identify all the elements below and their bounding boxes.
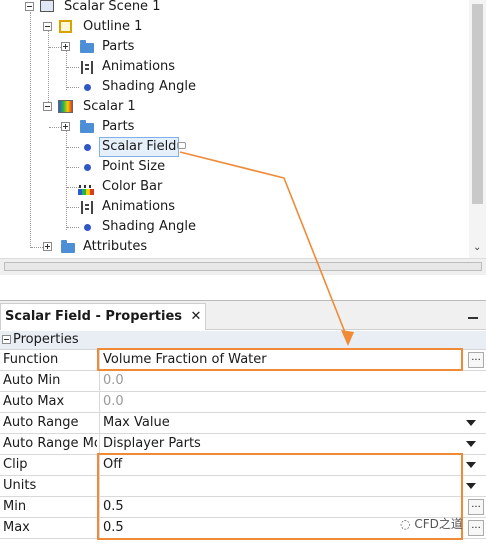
chevron-down-icon[interactable]: [466, 462, 476, 468]
properties-tab[interactable]: Scalar Field - Properties ✕: [0, 303, 207, 330]
tree-item-label: Color Bar: [102, 179, 163, 194]
tree-item-scalar[interactable]: Scalar 1: [0, 97, 460, 117]
tree-item-scalar-field[interactable]: Scalar Field: [0, 137, 460, 157]
wechat-icon: ◌: [400, 517, 411, 531]
chevron-down-icon[interactable]: [466, 441, 476, 447]
scrollbar-track[interactable]: [4, 262, 482, 271]
properties-tab-title: Scalar Field - Properties: [5, 309, 182, 324]
property-row-auto-max: Auto Max 0.0: [0, 392, 486, 413]
property-name: Auto Range Mode: [3, 436, 97, 451]
tree-item-label: Point Size: [102, 159, 166, 174]
tree-vertical-scrollbar[interactable]: ⌄: [469, 0, 486, 258]
property-value[interactable]: Displayer Parts: [99, 434, 486, 454]
property-name: Units: [3, 478, 37, 493]
dot-icon: [84, 84, 91, 91]
tree-item-label: Animations: [102, 199, 176, 214]
chevron-down-icon[interactable]: [466, 483, 476, 489]
property-row-function[interactable]: Function Volume Fraction of Water ...: [0, 350, 486, 371]
scalar-displayer-icon: [58, 100, 73, 113]
collapse-toggle-icon[interactable]: [43, 102, 52, 111]
property-name: Auto Range: [3, 415, 79, 430]
property-name: Clip: [3, 457, 28, 472]
property-name: Min: [3, 499, 27, 514]
tree-item-parts[interactable]: Parts: [0, 117, 460, 137]
scrollbar-thumb[interactable]: [472, 4, 483, 204]
property-name: Auto Min: [3, 373, 61, 388]
property-value[interactable]: 0.5: [99, 497, 486, 517]
tree-item-parts[interactable]: Parts: [0, 37, 460, 57]
comment-icon: [177, 142, 186, 149]
scroll-down-icon[interactable]: ⌄: [473, 242, 481, 253]
chevron-down-icon[interactable]: [466, 420, 476, 426]
expand-toggle-icon[interactable]: [43, 242, 52, 251]
property-row-auto-range[interactable]: Auto Range Max Value: [0, 413, 486, 434]
tree-item-label: Parts: [102, 39, 135, 54]
properties-tab-bar: Scalar Field - Properties ✕: [0, 301, 486, 330]
tree-item-scalar-scene[interactable]: Scalar Scene 1: [0, 0, 460, 17]
property-value[interactable]: Volume Fraction of Water: [99, 350, 486, 370]
tree-item-label: Scalar Field: [99, 137, 180, 157]
property-row-clip[interactable]: Clip Off: [0, 455, 486, 476]
tree-item-label: Parts: [102, 119, 135, 134]
tree-item-label: Scalar 1: [83, 99, 136, 114]
film-icon: [81, 201, 93, 214]
tree-item-shading-angle[interactable]: Shading Angle: [0, 77, 460, 97]
collapse-toggle-icon[interactable]: [2, 335, 11, 344]
collapse-toggle-icon[interactable]: [25, 2, 34, 11]
property-value[interactable]: [99, 476, 486, 496]
ellipsis-button[interactable]: ...: [468, 499, 484, 515]
tree-item-label: Scalar Scene 1: [64, 0, 161, 14]
tree-item-label: Outline 1: [83, 19, 143, 34]
color-bar-icon: [78, 182, 94, 195]
scene-tree: Scalar Scene 1 Outline 1 Parts Animation…: [0, 0, 486, 258]
film-icon: [81, 61, 93, 74]
property-row-auto-range-mode[interactable]: Auto Range Mode Displayer Parts: [0, 434, 486, 455]
section-title: Properties: [13, 332, 79, 347]
tree-item-shading-angle[interactable]: Shading Angle: [0, 217, 460, 237]
watermark-text: CFD之道: [414, 517, 463, 531]
collapse-toggle-icon[interactable]: [43, 22, 52, 31]
dot-icon: [84, 224, 91, 231]
property-value: 0.0: [99, 392, 486, 412]
tree-item-attributes[interactable]: Attributes: [0, 237, 460, 257]
folder-icon: [80, 40, 94, 53]
tree-item-label: Animations: [102, 59, 176, 74]
property-name: Function: [3, 352, 59, 367]
tree-item-label: Attributes: [83, 239, 148, 254]
property-name: Auto Max: [3, 394, 65, 409]
tree-item-animations[interactable]: Animations: [0, 197, 460, 217]
dot-icon: [84, 144, 91, 151]
tree-horizontal-scrollbar[interactable]: [0, 258, 486, 275]
folder-icon: [80, 120, 94, 133]
watermark: ◌ CFD之道: [400, 515, 463, 532]
tree-item-label: Shading Angle: [102, 219, 196, 234]
folder-icon: [61, 240, 75, 253]
tree-item-outline[interactable]: Outline 1: [0, 17, 460, 37]
property-row-auto-min: Auto Min 0.0: [0, 371, 486, 392]
tree-item-animations[interactable]: Animations: [0, 57, 460, 77]
property-value[interactable]: Off: [99, 455, 486, 475]
expand-toggle-icon[interactable]: [61, 122, 70, 131]
properties-panel: Scalar Field - Properties ✕ Properties F…: [0, 300, 486, 548]
tree-item-label: Shading Angle: [102, 79, 196, 94]
ellipsis-button[interactable]: ...: [468, 352, 484, 368]
tree-item-color-bar[interactable]: Color Bar: [0, 177, 460, 197]
outline-displayer-icon: [59, 20, 72, 33]
dot-icon: [84, 164, 91, 171]
expand-toggle-icon[interactable]: [61, 42, 70, 51]
property-name: Max: [3, 520, 30, 535]
properties-section-header[interactable]: Properties: [0, 331, 486, 350]
scene-icon: [40, 0, 54, 12]
tree-item-point-size[interactable]: Point Size: [0, 157, 460, 177]
property-value[interactable]: Max Value: [99, 413, 486, 433]
property-row-units[interactable]: Units: [0, 476, 486, 497]
ellipsis-button[interactable]: ...: [468, 520, 484, 536]
minimize-icon[interactable]: [468, 317, 478, 319]
property-value: 0.0: [99, 371, 486, 391]
close-icon[interactable]: ✕: [191, 309, 202, 324]
